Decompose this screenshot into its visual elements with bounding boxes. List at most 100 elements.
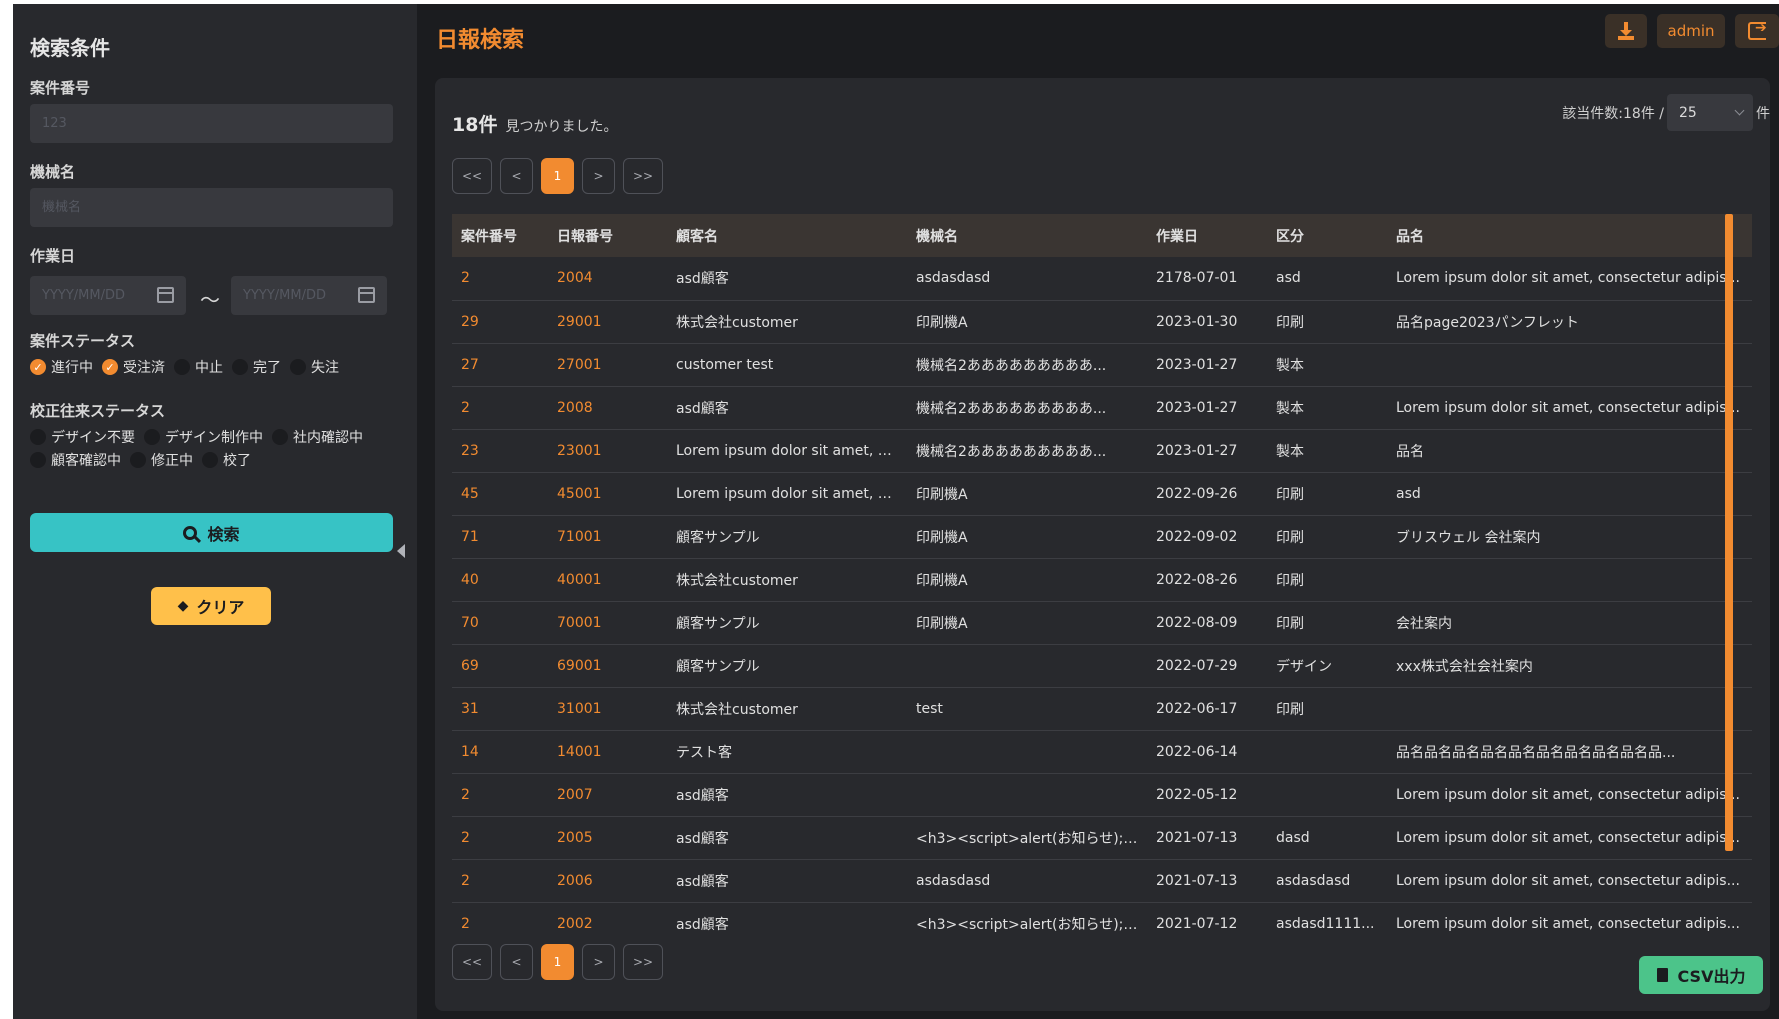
table-row[interactable]: 31 31001 株式会社customer test 2022-06-17 印刷 <box>452 687 1752 731</box>
table-row[interactable]: 2 2007 asd顧客 2022-05-12 Lorem ipsum dolor si… <box>452 773 1752 817</box>
date-from-input[interactable] <box>30 276 150 315</box>
calendar-icon[interactable] <box>358 287 375 303</box>
total-count-label: 該当件数:18件 / <box>1562 105 1664 122</box>
case-status-checkbox[interactable]: 完了 <box>232 357 281 377</box>
collapse-sidebar-icon[interactable] <box>397 544 405 558</box>
date-separator: ～ <box>200 288 220 312</box>
search-button[interactable]: 検索 <box>30 513 393 552</box>
report-no-link[interactable]: 2004 <box>548 257 667 301</box>
table-cell: customer test <box>667 343 907 387</box>
report-no-link[interactable]: 69001 <box>548 644 667 688</box>
table-row[interactable]: 2 2005 asd顧客 <h3><script>alert(お知らせ);<... 20… <box>452 816 1752 860</box>
column-header[interactable]: 区分 <box>1267 214 1387 257</box>
report-no-link[interactable]: 2002 <box>548 902 667 945</box>
column-header[interactable]: 作業日 <box>1147 214 1267 257</box>
report-no-link[interactable]: 71001 <box>548 515 667 559</box>
page-last-button[interactable]: >> <box>623 158 663 194</box>
report-no-link[interactable]: 29001 <box>548 300 667 344</box>
column-header[interactable]: 品名 <box>1387 214 1752 257</box>
case-status-checkbox[interactable]: 中止 <box>174 357 223 377</box>
case-no-link[interactable]: 2 <box>452 859 548 903</box>
column-header[interactable]: 日報番号 <box>548 214 667 257</box>
results-table-container: 案件番号 日報番号 顧客名 機械名 作業日 区分 品名 2 2004 asd顧客 as… <box>452 214 1752 945</box>
proof-status-checkbox[interactable]: 顧客確認中 <box>30 450 121 470</box>
table-row[interactable]: 2 2002 asd顧客 <h3><script>alert(お知らせ);<... 20… <box>452 902 1752 945</box>
case-status-checkbox[interactable]: ✓ 進行中 <box>30 357 93 377</box>
case-no-link[interactable]: 27 <box>452 343 548 387</box>
page-prev-button[interactable]: < <box>500 944 533 980</box>
report-no-link[interactable]: 27001 <box>548 343 667 387</box>
per-page-select[interactable]: 25 <box>1667 94 1753 131</box>
csv-export-button[interactable]: CSV出力 <box>1639 956 1763 994</box>
machine-input[interactable] <box>30 188 393 227</box>
case-status-checkbox[interactable]: ✓ 受注済 <box>102 357 165 377</box>
report-no-link[interactable]: 14001 <box>548 730 667 774</box>
table-row[interactable]: 45 45001 Lorem ipsum dolor sit amet, c... 印… <box>452 472 1752 516</box>
page-current-button[interactable]: 1 <box>541 158 574 194</box>
page-next-button[interactable]: > <box>582 158 615 194</box>
column-header[interactable]: 案件番号 <box>452 214 548 257</box>
page-first-button[interactable]: << <box>452 944 492 980</box>
table-row[interactable]: 2 2004 asd顧客 asdasdasd 2178-07-01 asd Lorem ip… <box>452 257 1752 301</box>
table-row[interactable]: 2 2006 asd顧客 asdasdasd 2021-07-13 asdasdasd Lo… <box>452 859 1752 903</box>
case-no-link[interactable]: 69 <box>452 644 548 688</box>
table-row[interactable]: 2 2008 asd顧客 機械名2あああああああああ... 2023-01-27 製本 Lo… <box>452 386 1752 430</box>
case-status-checkbox[interactable]: 失注 <box>290 357 339 377</box>
table-scrollbar[interactable] <box>1725 214 1733 851</box>
case-no-link[interactable]: 29 <box>452 300 548 344</box>
table-cell: 機械名2あああああああああ... <box>907 429 1147 473</box>
download-button[interactable] <box>1605 14 1647 48</box>
page-first-button[interactable]: << <box>452 158 492 194</box>
report-no-link[interactable]: 2006 <box>548 859 667 903</box>
case-no-link[interactable]: 2 <box>452 386 548 430</box>
proof-status-checkbox[interactable]: 校了 <box>202 450 251 470</box>
report-no-link[interactable]: 2008 <box>548 386 667 430</box>
case-no-link[interactable]: 2 <box>452 257 548 301</box>
table-row[interactable]: 69 69001 顧客サンプル 2022-07-29 デザイン xxx株式会社会社案内 <box>452 644 1752 688</box>
table-row[interactable]: 14 14001 テスト客 2022-06-14 品名品名品名品名品名品名品名品名品名品… <box>452 730 1752 774</box>
table-cell: 印刷 <box>1267 515 1387 559</box>
case-no-link[interactable]: 14 <box>452 730 548 774</box>
logout-button[interactable] <box>1735 14 1779 48</box>
case-no-link[interactable]: 70 <box>452 601 548 645</box>
table-cell: 株式会社customer <box>667 300 907 344</box>
report-no-link[interactable]: 2007 <box>548 773 667 817</box>
report-no-link[interactable]: 45001 <box>548 472 667 516</box>
date-to-field[interactable] <box>231 276 387 315</box>
report-no-link[interactable]: 31001 <box>548 687 667 731</box>
table-row[interactable]: 27 27001 customer test 機械名2あああああああああ... 2023… <box>452 343 1752 387</box>
case-no-link[interactable]: 2 <box>452 902 548 945</box>
table-row[interactable]: 40 40001 株式会社customer 印刷機A 2022-08-26 印刷 <box>452 558 1752 602</box>
case-no-input[interactable] <box>30 104 393 143</box>
case-no-link[interactable]: 31 <box>452 687 548 731</box>
proof-status-checkbox[interactable]: デザイン制作中 <box>144 427 263 447</box>
proof-status-checkbox[interactable]: 社内確認中 <box>272 427 363 447</box>
page-last-button[interactable]: >> <box>623 944 663 980</box>
table-row[interactable]: 23 23001 Lorem ipsum dolor sit amet, c... 機… <box>452 429 1752 473</box>
case-no-link[interactable]: 2 <box>452 773 548 817</box>
report-no-link[interactable]: 23001 <box>548 429 667 473</box>
date-from-field[interactable] <box>30 276 186 315</box>
page-next-button[interactable]: > <box>582 944 615 980</box>
date-to-input[interactable] <box>231 276 351 315</box>
report-no-link[interactable]: 2005 <box>548 816 667 860</box>
report-no-link[interactable]: 70001 <box>548 601 667 645</box>
column-header[interactable]: 機械名 <box>907 214 1147 257</box>
page-prev-button[interactable]: < <box>500 158 533 194</box>
calendar-icon[interactable] <box>157 287 174 303</box>
table-row[interactable]: 71 71001 顧客サンプル 印刷機A 2022-09-02 印刷 ブリスウェル 会社案内 <box>452 515 1752 559</box>
case-no-link[interactable]: 71 <box>452 515 548 559</box>
case-no-link[interactable]: 23 <box>452 429 548 473</box>
page-current-button[interactable]: 1 <box>541 944 574 980</box>
case-no-link[interactable]: 40 <box>452 558 548 602</box>
column-header[interactable]: 顧客名 <box>667 214 907 257</box>
case-no-link[interactable]: 45 <box>452 472 548 516</box>
proof-status-checkbox[interactable]: デザイン不要 <box>30 427 135 447</box>
table-row[interactable]: 29 29001 株式会社customer 印刷機A 2023-01-30 印刷 品名pag… <box>452 300 1752 344</box>
table-row[interactable]: 70 70001 顧客サンプル 印刷機A 2022-08-09 印刷 会社案内 <box>452 601 1752 645</box>
proof-status-checkbox[interactable]: 修正中 <box>130 450 193 470</box>
case-no-link[interactable]: 2 <box>452 816 548 860</box>
report-no-link[interactable]: 40001 <box>548 558 667 602</box>
user-menu-button[interactable]: admin <box>1657 14 1725 48</box>
clear-button[interactable]: ◆ クリア <box>151 587 271 625</box>
